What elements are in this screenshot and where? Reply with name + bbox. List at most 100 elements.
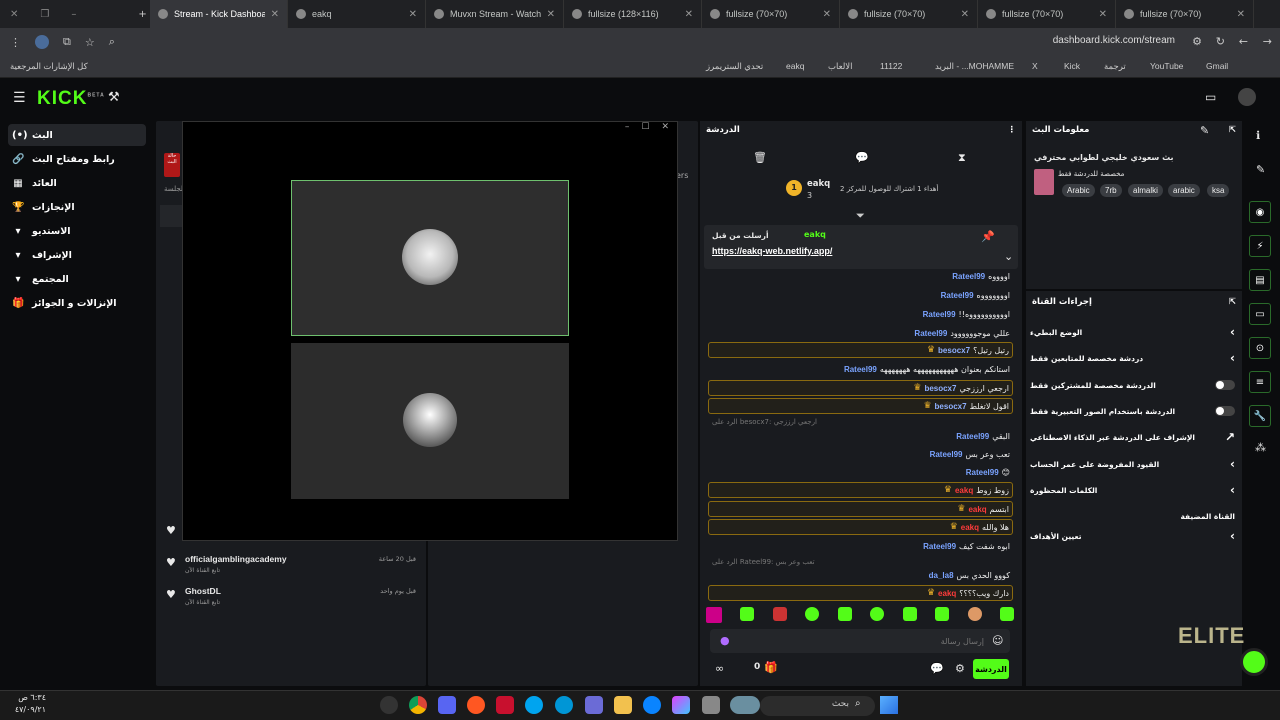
close-tab-icon[interactable]: ✕ — [961, 9, 969, 20]
chat-message[interactable]: ♛ eakq دارك ويب؟؟؟؟ — [708, 585, 1013, 601]
emoji-icon[interactable]: ☺ — [992, 634, 1003, 647]
emote-icon[interactable] — [805, 607, 820, 621]
browser-tab[interactable]: fullsize (70×70) ✕ — [840, 0, 978, 28]
clear-chat-icon[interactable]: 🗑 — [753, 151, 767, 164]
close-tab-icon[interactable]: ✕ — [685, 9, 693, 20]
pinned-link[interactable]: https://eakq-web.netlify.app/ — [712, 246, 832, 256]
bookmark-games[interactable]: الالعاب — [828, 61, 853, 72]
lightning-widget-icon[interactable]: ⚡ — [1249, 235, 1271, 257]
minimize-icon[interactable]: – — [71, 9, 76, 20]
bookmark-youtube[interactable]: YouTube — [1150, 61, 1183, 71]
chat-username[interactable]: Rateel99 — [941, 291, 974, 300]
hp-taskbar-icon[interactable] — [555, 696, 573, 714]
new-tab-icon[interactable]: + — [138, 9, 146, 20]
panel-layout-icon[interactable]: ▭ — [1205, 90, 1216, 104]
chat-username[interactable]: Rateel99 — [844, 365, 877, 374]
copilot-taskbar-icon[interactable] — [672, 696, 690, 714]
close-window-icon[interactable]: ✕ — [10, 9, 18, 20]
chat-message[interactable]: ♛ besocx7 اقول لاتغلط — [708, 398, 1013, 414]
browser-tab[interactable]: Stream - Kick Dashboard ✕ — [150, 0, 288, 28]
stream-tag[interactable]: Arabic — [1062, 184, 1095, 197]
menu-dots-icon[interactable]: ⋮ — [10, 36, 21, 49]
chat-message[interactable]: Rateel99 اووووه — [708, 268, 1013, 284]
bookmark-x[interactable]: X — [1032, 61, 1038, 71]
stream-tag[interactable]: 7rb — [1100, 184, 1122, 197]
edge-taskbar-icon[interactable] — [525, 696, 543, 714]
zoom-icon[interactable]: ⌕ — [109, 35, 115, 49]
chat-username[interactable]: Rateel99 — [930, 450, 963, 459]
chat-username[interactable]: eakq — [961, 523, 979, 532]
channel-option[interactable]: دردشة مخصصة للمتابعين فقط › — [1030, 349, 1235, 367]
broadcast-widget-icon[interactable]: ⊙ — [1249, 337, 1271, 359]
popout-icon[interactable]: ⇱ — [1229, 125, 1236, 135]
emote-icon[interactable] — [772, 607, 787, 621]
chat-username[interactable]: Rateel99 — [952, 272, 985, 281]
stream-tag[interactable]: almalki — [1128, 184, 1163, 197]
chat-username[interactable]: besocx7 — [935, 402, 967, 411]
info-icon[interactable]: ℹ — [1256, 129, 1260, 142]
restore-icon[interactable]: ❐ — [40, 9, 49, 20]
chat-message[interactable]: ♛ eakq ابتسم — [708, 501, 1013, 517]
chat-message[interactable]: ♛ eakq زوط زوط — [708, 482, 1013, 498]
overlay-maximize-icon[interactable]: ☐ — [641, 122, 649, 136]
chat-message[interactable]: da_la8 كووو الحدي بس — [708, 567, 1013, 583]
extensions-icon[interactable]: ⧉ — [63, 35, 71, 49]
browser-tab[interactable]: fullsize (70×70) ✕ — [1116, 0, 1254, 28]
camera-tile-2[interactable] — [291, 343, 569, 499]
all-bookmarks[interactable]: كل الإشارات المرجعية — [10, 61, 88, 72]
gift-icon[interactable]: 🎁 — [764, 661, 778, 674]
leader-name[interactable]: eakq — [807, 179, 830, 189]
chat-message[interactable]: Rateel99 اووووووووووه!! — [708, 306, 1013, 322]
camera-tile-1[interactable] — [291, 180, 569, 336]
category-thumbnail[interactable] — [1034, 169, 1054, 195]
chat-message[interactable]: ♛ eakq هلا والله — [708, 519, 1013, 535]
chat-username[interactable]: Rateel99 — [923, 310, 956, 319]
emote-icon[interactable] — [837, 607, 852, 621]
emote-icon[interactable] — [935, 607, 950, 621]
explorer-taskbar-icon[interactable] — [614, 696, 632, 714]
chat-bubble-icon[interactable]: 💬 — [855, 151, 869, 164]
camera-overlay-window[interactable]: – ☐ ✕ — [182, 121, 678, 541]
chrome-taskbar-icon[interactable] — [409, 696, 427, 714]
expand-pin-icon[interactable]: ⌄ — [1004, 250, 1013, 263]
chat-input[interactable] — [734, 632, 984, 650]
emote-icon[interactable] — [870, 607, 885, 621]
emote-icon[interactable] — [967, 607, 982, 621]
chat-username[interactable]: Rateel99 — [923, 542, 956, 551]
chat-username[interactable]: da_la8 — [929, 571, 954, 580]
chat-message[interactable]: Rateel99 تعب وعر بس — [708, 446, 1013, 462]
chat-username[interactable]: eakq — [938, 589, 956, 598]
bookmark-kick[interactable]: Kick — [1064, 61, 1080, 71]
chat-message[interactable]: Rateel99 البقي — [708, 428, 1013, 444]
camera-widget-icon[interactable]: ◉ — [1249, 201, 1271, 223]
bookmark-eakq[interactable]: eakq — [786, 61, 804, 71]
floating-action-button[interactable] — [1240, 648, 1268, 676]
timer-icon[interactable]: ⧗ — [958, 151, 966, 165]
stream-tag[interactable]: ksa — [1207, 184, 1230, 197]
edit-icon[interactable]: ✎ — [1256, 163, 1265, 176]
bookmark-gmail[interactable]: Gmail — [1206, 61, 1228, 71]
browser-tab[interactable]: Muvxn Stream - Watch Li ✕ — [426, 0, 564, 28]
emote-icon[interactable] — [999, 607, 1014, 621]
settings-taskbar-icon[interactable] — [380, 696, 398, 714]
channel-option[interactable]: الإشراف على الدردشة عبر الذكاء الاصطناعي… — [1030, 428, 1235, 446]
close-tab-icon[interactable]: ✕ — [823, 9, 831, 20]
chat-message[interactable]: Rateel99 😊 — [708, 464, 1013, 480]
chat-message[interactable]: ♛ besocx7 رتيل رتيل؟ — [708, 342, 1013, 358]
chat-menu-icon[interactable]: ⋮ — [1008, 125, 1017, 135]
overlay-close-icon[interactable]: ✕ — [661, 122, 669, 136]
bookmark-star-icon[interactable]: ☆ — [85, 36, 95, 49]
app-taskbar-icon[interactable] — [467, 696, 485, 714]
discord-taskbar-icon[interactable] — [438, 696, 456, 714]
emote-icon[interactable] — [706, 607, 722, 623]
browser-tab[interactable]: eakq ✕ — [288, 0, 426, 28]
chat-username[interactable]: Rateel99 — [914, 329, 947, 338]
chat-username[interactable]: eakq — [955, 486, 973, 495]
sidebar-item[interactable]: البث (•) — [8, 124, 146, 146]
sidebar-item[interactable]: رابط ومفتاح البث 🔗 — [8, 148, 146, 170]
profile-icon[interactable] — [35, 35, 49, 49]
close-tab-icon[interactable]: ✕ — [1237, 9, 1245, 20]
channel-option[interactable]: الدردشة مخصصة للمشتركين فقط — [1030, 376, 1235, 394]
bookmark-translate[interactable]: ترجمة — [1104, 61, 1126, 72]
sidebar-item[interactable]: الإشراف ▾ — [8, 244, 146, 266]
